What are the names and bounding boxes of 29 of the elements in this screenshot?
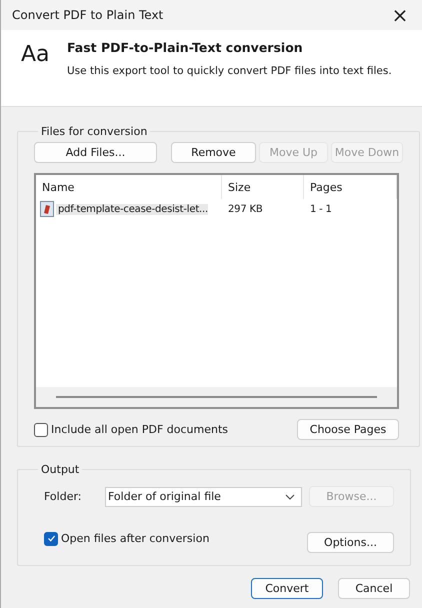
group-label: Files for conversion bbox=[40, 125, 148, 138]
checkbox-label[interactable]: Include all open PDF documents bbox=[51, 423, 228, 436]
column-header[interactable]: Pages bbox=[304, 175, 397, 199]
folder-dropdown[interactable]: Folder of original file bbox=[105, 486, 302, 506]
window-title: Convert PDF to Plain Text bbox=[12, 8, 164, 22]
dialog-button[interactable]: Convert bbox=[251, 578, 323, 599]
dialog-description: Use this export tool to quickly convert PDF files into text files. bbox=[67, 65, 392, 77]
scrollbar[interactable] bbox=[36, 387, 397, 407]
checkbox[interactable] bbox=[34, 422, 48, 436]
table-cell-text: 297 KB bbox=[227, 204, 264, 214]
options-button[interactable]: Options... bbox=[307, 532, 394, 553]
column-header[interactable]: Name bbox=[36, 175, 222, 199]
chevron-down-icon bbox=[285, 494, 295, 500]
folder-label: Folder: bbox=[44, 490, 83, 503]
list-button[interactable]: Remove bbox=[171, 142, 256, 163]
text-icon: Aa bbox=[21, 40, 45, 106]
dialog-heading: Fast PDF-to-Plain-Text conversion bbox=[67, 40, 304, 55]
add-files-button[interactable]: Add Files... bbox=[34, 142, 157, 163]
column-header[interactable]: Size bbox=[222, 175, 304, 199]
close-button[interactable]: × bbox=[378, 0, 422, 30]
dialog-button[interactable]: Cancel bbox=[338, 578, 410, 599]
choose-pages-button[interactable]: Choose Pages bbox=[297, 419, 399, 440]
checkbox[interactable] bbox=[44, 532, 58, 546]
table-cell-text: 1 - 1 bbox=[309, 204, 333, 214]
checkbox-label[interactable]: Open files after conversion bbox=[61, 532, 210, 545]
group-label: Output bbox=[40, 463, 80, 476]
checkmark-icon bbox=[46, 534, 56, 543]
table-cell[interactable]: pdf-template-cease-desist-let... bbox=[56, 204, 208, 214]
pdf-file-icon bbox=[40, 201, 54, 217]
